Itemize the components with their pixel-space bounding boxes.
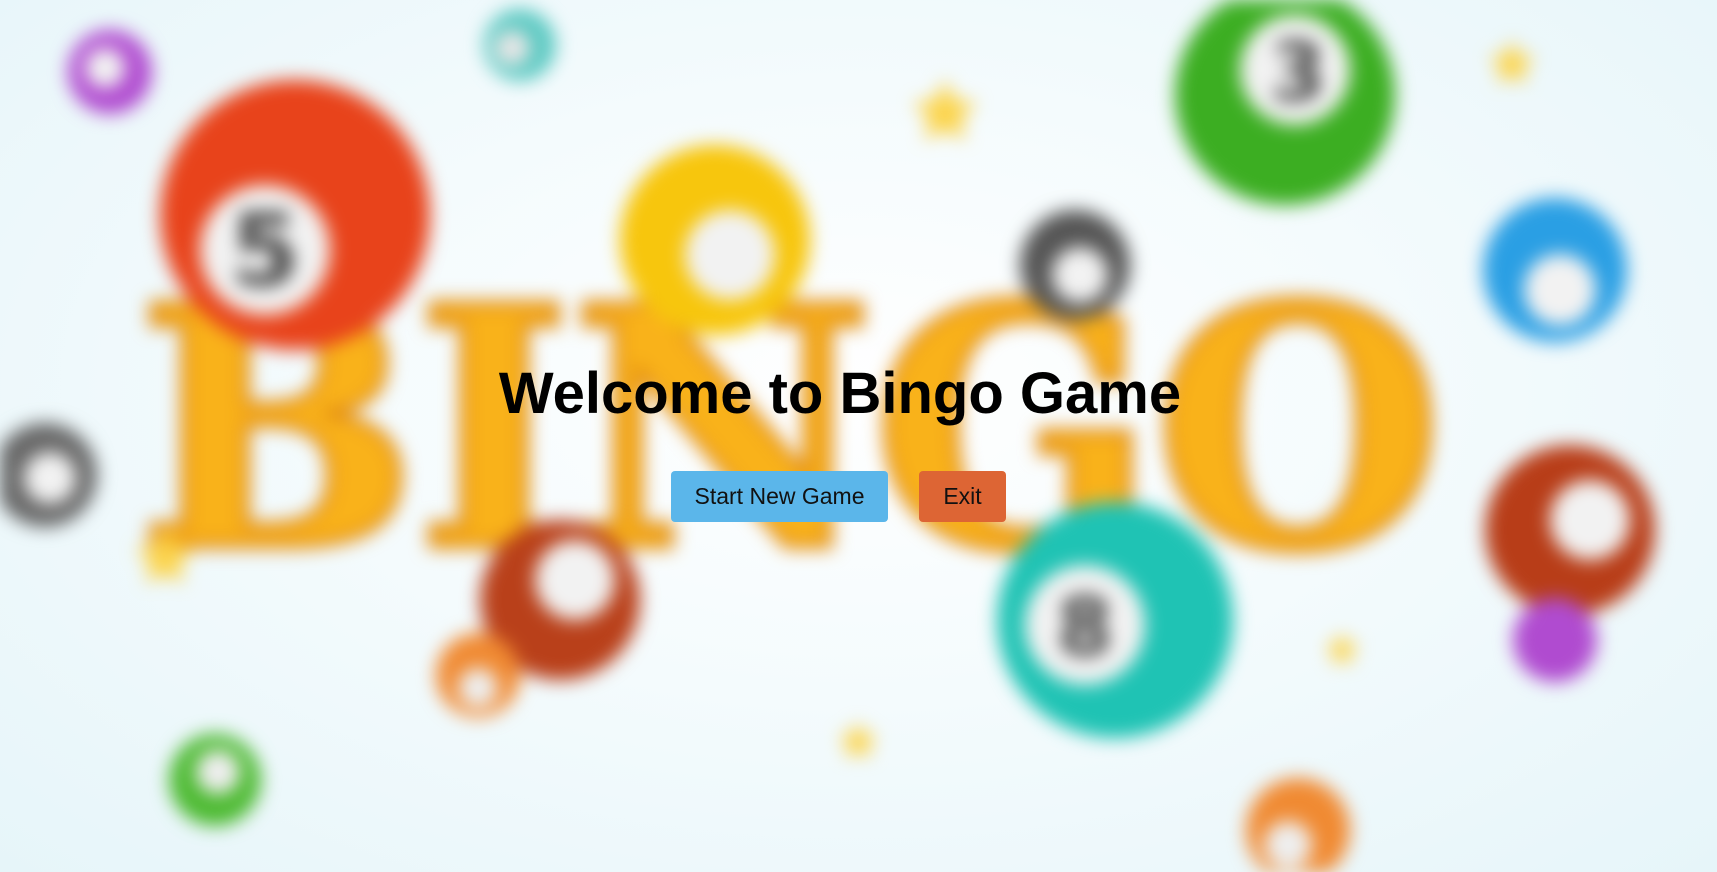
page-title: Welcome to Bingo Game	[498, 361, 1182, 426]
exit-button[interactable]: Exit	[919, 471, 1006, 522]
start-new-game-button[interactable]: Start New Game	[671, 471, 888, 522]
main-menu: Welcome to Bingo Game Start New Game Exi…	[0, 0, 1717, 872]
